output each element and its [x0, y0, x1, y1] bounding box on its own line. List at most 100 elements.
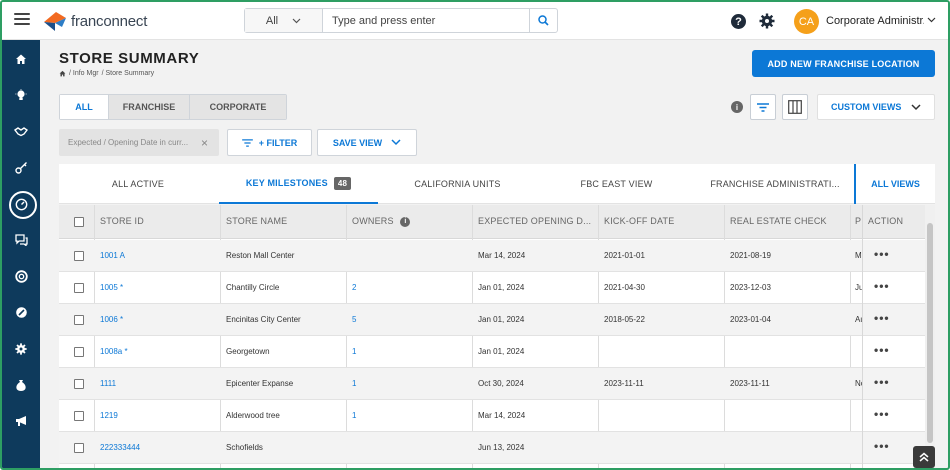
sidebar-item-home[interactable]	[2, 48, 40, 70]
scroll-to-top-button[interactable]	[913, 446, 935, 468]
segment-corporate[interactable]: CORPORATE	[189, 95, 286, 119]
table-row[interactable]: 1111 Epicenter Expanse 1 Oct 30, 2024 20…	[59, 368, 925, 400]
owners-link[interactable]: 1	[352, 411, 356, 420]
all-views-button[interactable]: ALL VIEWS	[856, 164, 935, 204]
row-checkbox[interactable]	[74, 283, 84, 293]
breadcrumb-info-mgr[interactable]: / Info Mgr	[69, 70, 99, 77]
table-row[interactable]: 222333444 Schofields Jun 13, 2024 •••	[59, 432, 925, 464]
custom-views-label: CUSTOM VIEWS	[831, 102, 902, 112]
segment-franchise[interactable]: FRANCHISE	[108, 95, 189, 119]
row-checkbox[interactable]	[74, 379, 84, 389]
header-store-name[interactable]: STORE NAME	[226, 216, 287, 226]
franconnect-logo-icon	[44, 12, 66, 31]
header-kickoff-date[interactable]: KICK-OFF DATE	[604, 216, 674, 226]
row-checkbox[interactable]	[74, 347, 84, 357]
sidebar-nav	[2, 40, 40, 468]
settings-gear-icon[interactable]	[759, 13, 775, 29]
table-row[interactable]: 1001 A Reston Mall Center Mar 14, 2024 2…	[59, 240, 925, 272]
add-franchise-location-button[interactable]: ADD NEW FRANCHISE LOCATION	[752, 50, 935, 77]
owners-link[interactable]: 2	[352, 283, 356, 292]
header-real-estate-check[interactable]: REAL ESTATE CHECK	[730, 216, 827, 226]
global-search: All	[244, 8, 558, 33]
sidebar-item-deals[interactable]	[2, 120, 40, 142]
sidebar-item-messages[interactable]	[2, 229, 40, 251]
search-input[interactable]	[323, 9, 529, 32]
filter-toggle-button[interactable]	[750, 94, 776, 120]
header-owners[interactable]: OWNERS i	[352, 216, 411, 227]
store-id-link[interactable]: 1111	[100, 379, 116, 388]
select-all-checkbox[interactable]	[74, 217, 84, 227]
home-icon[interactable]	[59, 70, 66, 77]
user-name[interactable]: Corporate Administr...	[826, 15, 924, 27]
store-id-link[interactable]: 1006 *	[100, 315, 123, 324]
custom-views-dropdown[interactable]: CUSTOM VIEWS	[817, 94, 935, 120]
info-icon[interactable]: i	[731, 101, 743, 113]
sidebar-item-ideas[interactable]	[2, 84, 40, 106]
key-icon	[14, 161, 27, 174]
table-scrollbar[interactable]	[925, 205, 935, 468]
table-header: STORE ID STORE NAME OWNERS i EXPECTED OP…	[59, 205, 925, 239]
real-estate-check-date: 2021-08-19	[730, 251, 771, 260]
brand-name: franconnect	[71, 12, 148, 30]
user-avatar[interactable]: CA	[794, 9, 819, 34]
breadcrumb-store-summary: / Store Summary	[101, 70, 155, 77]
search-button[interactable]	[529, 9, 557, 32]
owners-info-icon[interactable]: i	[400, 216, 411, 227]
chevron-down-icon	[391, 139, 401, 146]
store-id-link[interactable]: 1005 *	[100, 283, 123, 292]
table-row[interactable]: 1008a * Georgetown 1 Jan 01, 2024 •••	[59, 336, 925, 368]
owners-link[interactable]: 5	[352, 315, 356, 324]
close-icon[interactable]: ×	[201, 136, 208, 150]
owners-link[interactable]: 1	[352, 379, 356, 388]
store-id-link[interactable]: 1219	[100, 411, 118, 420]
sidebar-item-info-mgr[interactable]	[2, 191, 40, 219]
add-filter-button[interactable]: + FILTER	[227, 129, 312, 156]
store-id-link[interactable]: 1008a *	[100, 347, 128, 356]
money-bag-icon	[16, 379, 26, 391]
chevron-down-icon	[292, 18, 301, 23]
header-truncated[interactable]: P	[855, 216, 861, 226]
store-name: Schofields	[226, 443, 263, 452]
active-filter-chip: Expected / Opening Date in curr... ×	[59, 129, 219, 156]
store-id-link[interactable]: 222333444	[100, 443, 140, 452]
search-scope-select[interactable]: All	[245, 9, 323, 32]
segment-all[interactable]: ALL	[60, 95, 108, 119]
add-filter-label: + FILTER	[258, 137, 298, 148]
brand-logo[interactable]: franconnect	[42, 10, 147, 32]
real-estate-check-date: 2023-01-04	[730, 315, 771, 324]
header-expected-opening[interactable]: EXPECTED OPENING D...	[478, 216, 591, 226]
sidebar-item-support[interactable]	[2, 265, 40, 287]
table-row[interactable]: 1005 * Chantilly Circle 2 Jan 01, 2024 2…	[59, 272, 925, 304]
store-id-link[interactable]: 1001 A	[100, 251, 125, 260]
table-row[interactable]: 1219 Alderwood tree 1 Mar 14, 2024 •••	[59, 400, 925, 432]
sidebar-item-keys[interactable]	[2, 156, 40, 178]
tab-all-active[interactable]: ALL ACTIVE	[59, 164, 217, 204]
hamburger-icon[interactable]	[14, 13, 30, 27]
scrollbar-thumb[interactable]	[927, 223, 933, 443]
store-name: Reston Mall Center	[226, 251, 295, 260]
help-icon[interactable]: ?	[731, 14, 746, 29]
segment-tabs: ALL FRANCHISE CORPORATE	[59, 94, 287, 120]
tab-california-units[interactable]: CALIFORNIA UNITS	[378, 164, 537, 204]
row-checkbox[interactable]	[74, 315, 84, 325]
truncated-cell: Au	[855, 315, 862, 324]
row-checkbox[interactable]	[74, 411, 84, 421]
row-checkbox[interactable]	[74, 443, 84, 453]
kickoff-date: 2021-01-01	[604, 251, 645, 260]
save-view-button[interactable]: SAVE VIEW	[317, 129, 417, 156]
sidebar-item-compliance[interactable]	[2, 301, 40, 323]
owners-link[interactable]: 1	[352, 347, 356, 356]
table-row[interactable]: 1006 * Encinitas City Center 5 Jan 01, 2…	[59, 304, 925, 336]
tab-fbc-east-view[interactable]: FBC EAST VIEW	[537, 164, 696, 204]
megaphone-icon	[15, 416, 26, 426]
user-menu-chevron-icon[interactable]	[927, 15, 936, 24]
tab-franchise-administration[interactable]: FRANCHISE ADMINISTRATI...	[696, 164, 854, 204]
sidebar-item-settings[interactable]	[2, 338, 40, 360]
tab-key-milestones[interactable]: KEY MILESTONES 48	[219, 164, 378, 204]
handshake-icon	[14, 126, 28, 136]
row-checkbox[interactable]	[74, 251, 84, 261]
sidebar-item-marketing[interactable]	[2, 410, 40, 432]
sidebar-item-finance[interactable]	[2, 374, 40, 396]
header-store-id[interactable]: STORE ID	[100, 216, 144, 226]
columns-button[interactable]	[782, 94, 808, 120]
